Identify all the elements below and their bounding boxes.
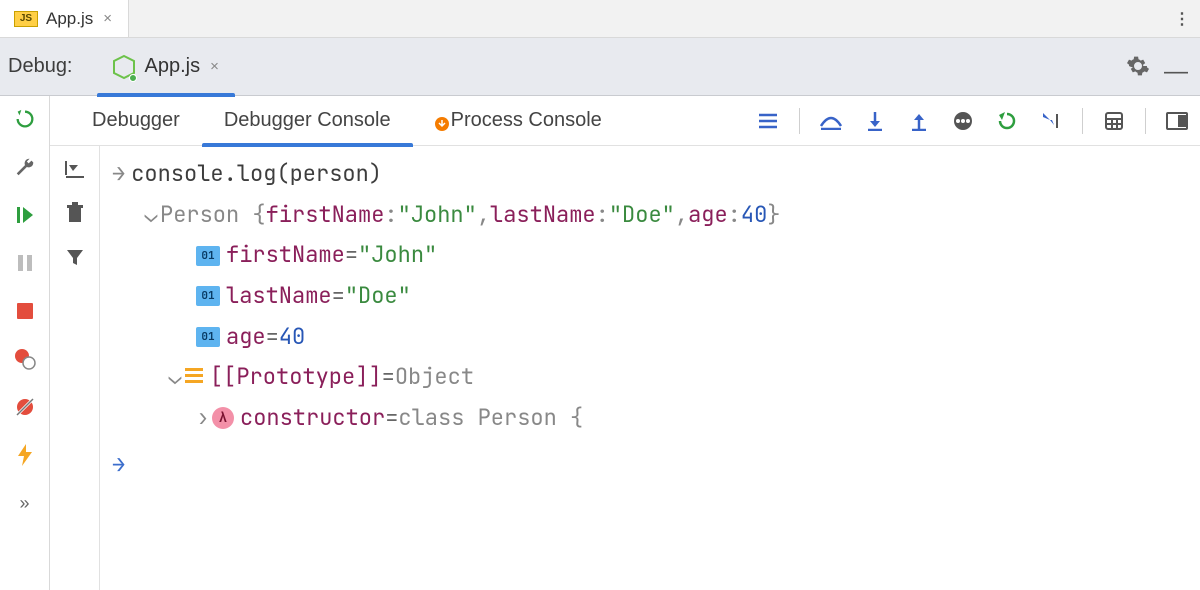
editor-tab-bar: JS App.js × ⋮ [0,0,1200,38]
step-into-icon[interactable] [862,108,888,134]
tab-debugger-console[interactable]: Debugger Console [202,96,413,146]
field-type-icon: 01 [196,246,220,266]
prototype-icon [184,357,204,398]
console-output[interactable]: → console.log(person) ⌄ Person { firstNa… [100,146,1200,590]
layout-icon[interactable] [1164,108,1190,134]
more-icon[interactable]: ⋮ [1174,0,1190,38]
object-field-row[interactable]: 01 lastName = "Doe" [112,276,1188,317]
settings-icon[interactable] [1126,54,1150,83]
chevron-down-icon[interactable]: ⌄ [166,357,184,398]
chevron-down-icon[interactable]: ⌄ [142,195,160,236]
console-input-echo: console.log(person) [131,154,382,195]
field-type-icon: 01 [196,286,220,306]
minimize-icon[interactable]: — [1164,58,1188,86]
step-toolbar [755,96,1190,146]
bolt-icon[interactable] [12,442,38,468]
resume-icon[interactable] [12,202,38,228]
input-prompt-icon: → [112,154,125,195]
class-name: Person [160,195,239,236]
scroll-to-end-icon[interactable] [62,156,88,182]
lambda-icon: λ [212,407,234,429]
debug-config-tab[interactable]: App.js × [97,38,235,96]
debug-tabs: Debugger Debugger Console Process Consol… [50,96,1200,146]
expand-icon[interactable]: » [12,490,38,516]
js-file-icon: JS [14,11,38,27]
filter-icon[interactable] [62,244,88,270]
debug-action-rail: » [0,96,50,590]
threads-icon[interactable] [755,108,781,134]
trash-icon[interactable] [62,200,88,226]
step-over-icon[interactable] [818,108,844,134]
debug-label: Debug: [8,55,73,78]
close-icon[interactable]: × [101,10,114,27]
download-badge-icon [435,117,449,131]
rerun-icon[interactable] [12,106,38,132]
debug-header: Debug: App.js × — [0,38,1200,96]
drop-frame-icon[interactable] [994,108,1020,134]
close-icon[interactable]: × [208,58,221,75]
debug-config-label: App.js [145,55,201,78]
object-field-row[interactable]: 01 firstName = "John" [112,235,1188,276]
editor-tab-label: App.js [46,9,93,29]
tab-process-console[interactable]: Process Console [413,96,624,146]
calculator-icon[interactable] [1101,108,1127,134]
tab-debugger[interactable]: Debugger [70,96,202,146]
field-type-icon: 01 [196,327,220,347]
stop-icon[interactable] [12,298,38,324]
trace-icon[interactable] [950,108,976,134]
mute-breakpoints-icon[interactable] [12,394,38,420]
prototype-row[interactable]: ⌄ [[Prototype]] = Object [112,357,1188,398]
wrench-icon[interactable] [12,154,38,180]
view-breakpoints-icon[interactable] [12,346,38,372]
constructor-row[interactable]: › λ constructor = class Person { [112,398,1188,439]
pause-icon[interactable] [12,250,38,276]
chevron-right-icon[interactable]: › [194,398,212,439]
object-field-row[interactable]: 01 age = 40 [112,317,1188,358]
run-to-cursor-icon[interactable] [1038,108,1064,134]
input-caret-icon[interactable]: → [112,445,125,486]
step-out-icon[interactable] [906,108,932,134]
running-dot-icon [129,74,137,82]
console-mini-rail [50,146,100,590]
editor-tab-app-js[interactable]: JS App.js × [0,0,129,37]
